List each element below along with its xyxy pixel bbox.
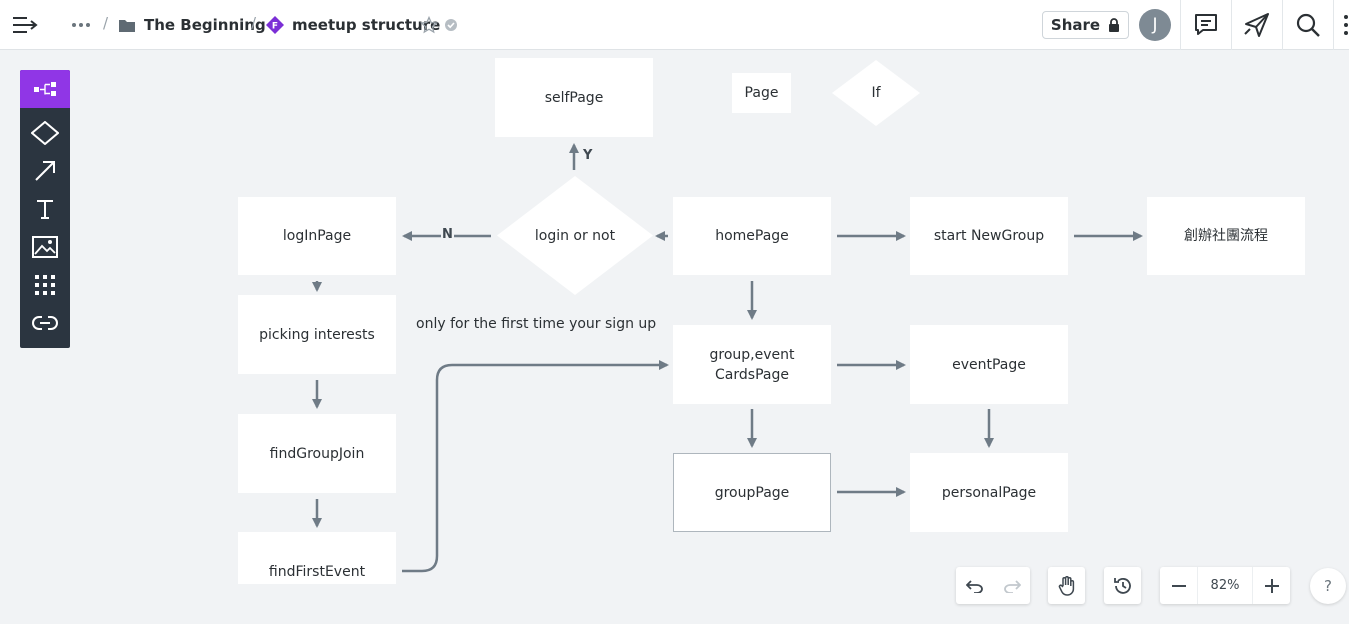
divider (1282, 0, 1283, 50)
history-group (1104, 567, 1141, 604)
diamond-shape-icon (31, 121, 59, 145)
text-tool[interactable] (20, 190, 70, 228)
edge-label-yes: Y (582, 148, 594, 163)
image-tool[interactable] (20, 228, 70, 266)
folder-icon (119, 19, 135, 32)
node-personalpage[interactable]: personalPage (910, 453, 1068, 532)
arrow-icon (35, 161, 55, 181)
search-icon[interactable] (1295, 12, 1321, 38)
zoom-group: 82% (1160, 567, 1290, 604)
help-button[interactable]: ? (1310, 568, 1346, 604)
divider (1333, 0, 1334, 50)
history-icon (1113, 577, 1131, 594)
zoom-level: 82% (1197, 567, 1253, 604)
zoom-in-button[interactable] (1253, 567, 1290, 604)
shape-tool[interactable] (20, 114, 70, 152)
node-line: group,event (709, 346, 795, 363)
hand-icon (1058, 575, 1074, 596)
node-findfirstevent[interactable]: findFirstEvent (238, 532, 396, 584)
node-loginpage[interactable]: logInPage (238, 197, 396, 275)
undo-icon (965, 579, 983, 593)
lock-icon (1109, 18, 1120, 32)
zoom-out-button[interactable] (1160, 567, 1197, 604)
breadcrumb-separator: / (251, 14, 257, 32)
plus-icon (1264, 578, 1279, 593)
arrow-firstevent-to-cards[interactable] (402, 360, 669, 573)
flowchart-icon (34, 82, 56, 96)
breadcrumb-document[interactable]: F meetup structure (266, 0, 440, 50)
legend-if-label: If (871, 85, 881, 101)
node-homepage[interactable]: homePage (673, 197, 831, 275)
top-bar: / The Beginning / F meetup structure Sha… (0, 0, 1349, 50)
edge-label-no: N (441, 227, 454, 242)
redo-icon (1003, 579, 1021, 593)
node-selfpage[interactable]: selfPage (495, 58, 653, 137)
breadcrumb-folder[interactable]: The Beginning (118, 0, 266, 50)
folder-name: The Beginning (144, 16, 266, 34)
grid-tool[interactable] (20, 266, 70, 304)
collapse-menu-icon[interactable] (12, 13, 38, 37)
text-icon (37, 200, 53, 219)
svg-text:F: F (272, 22, 278, 32)
grid-icon (35, 275, 55, 295)
arrow-tool[interactable] (20, 152, 70, 190)
node-findgroupjoin[interactable]: findGroupJoin (238, 414, 396, 493)
hand-pan-button[interactable] (1048, 567, 1085, 604)
hand-tool-group (1048, 567, 1085, 604)
comment-icon[interactable] (1193, 12, 1219, 38)
decision-label: login or not (534, 227, 616, 244)
more-dots-icon[interactable] (71, 22, 91, 28)
node-line: CardsPage (715, 366, 789, 383)
redo-button[interactable] (993, 567, 1030, 604)
shape-toolbar (20, 70, 70, 348)
breadcrumb-separator: / (103, 14, 109, 32)
node-eventpage[interactable]: eventPage (910, 325, 1068, 404)
share-button[interactable]: Share (1042, 11, 1129, 39)
node-picking-interests[interactable]: picking interests (238, 295, 396, 374)
minus-icon (1171, 584, 1186, 587)
share-label: Share (1050, 16, 1101, 34)
undo-button[interactable] (956, 567, 993, 604)
node-findfirstevent-clip: findFirstEvent (238, 532, 396, 584)
node-grouppage[interactable]: groupPage (673, 453, 831, 532)
node-create-club-flow[interactable]: 創辦社團流程 (1147, 197, 1305, 275)
node-start-newgroup[interactable]: start NewGroup (910, 197, 1068, 275)
image-icon (32, 236, 58, 258)
user-avatar[interactable]: J (1139, 9, 1171, 41)
undo-redo-group (956, 567, 1030, 604)
node-group-event-cards[interactable]: group,event CardsPage (673, 325, 831, 404)
verified-check-icon (445, 19, 457, 31)
history-button[interactable] (1104, 567, 1141, 604)
divider (1231, 0, 1232, 50)
link-icon (32, 316, 58, 330)
overflow-menu-icon[interactable] (1343, 12, 1349, 38)
legend-page-shape[interactable]: Page (732, 73, 791, 113)
link-tool[interactable] (20, 304, 70, 342)
note-first-time-signup[interactable]: only for the first time your sign up (416, 316, 656, 332)
decision-login-or-not[interactable]: login or not (497, 176, 653, 295)
legend-if-shape[interactable]: If (832, 60, 920, 126)
flowchart-doc-icon: F (266, 16, 284, 34)
flowchart-tool[interactable] (20, 70, 70, 108)
document-title: meetup structure (292, 16, 441, 34)
present-send-icon[interactable] (1244, 12, 1270, 38)
divider (1180, 0, 1181, 50)
star-icon[interactable] (420, 16, 438, 34)
